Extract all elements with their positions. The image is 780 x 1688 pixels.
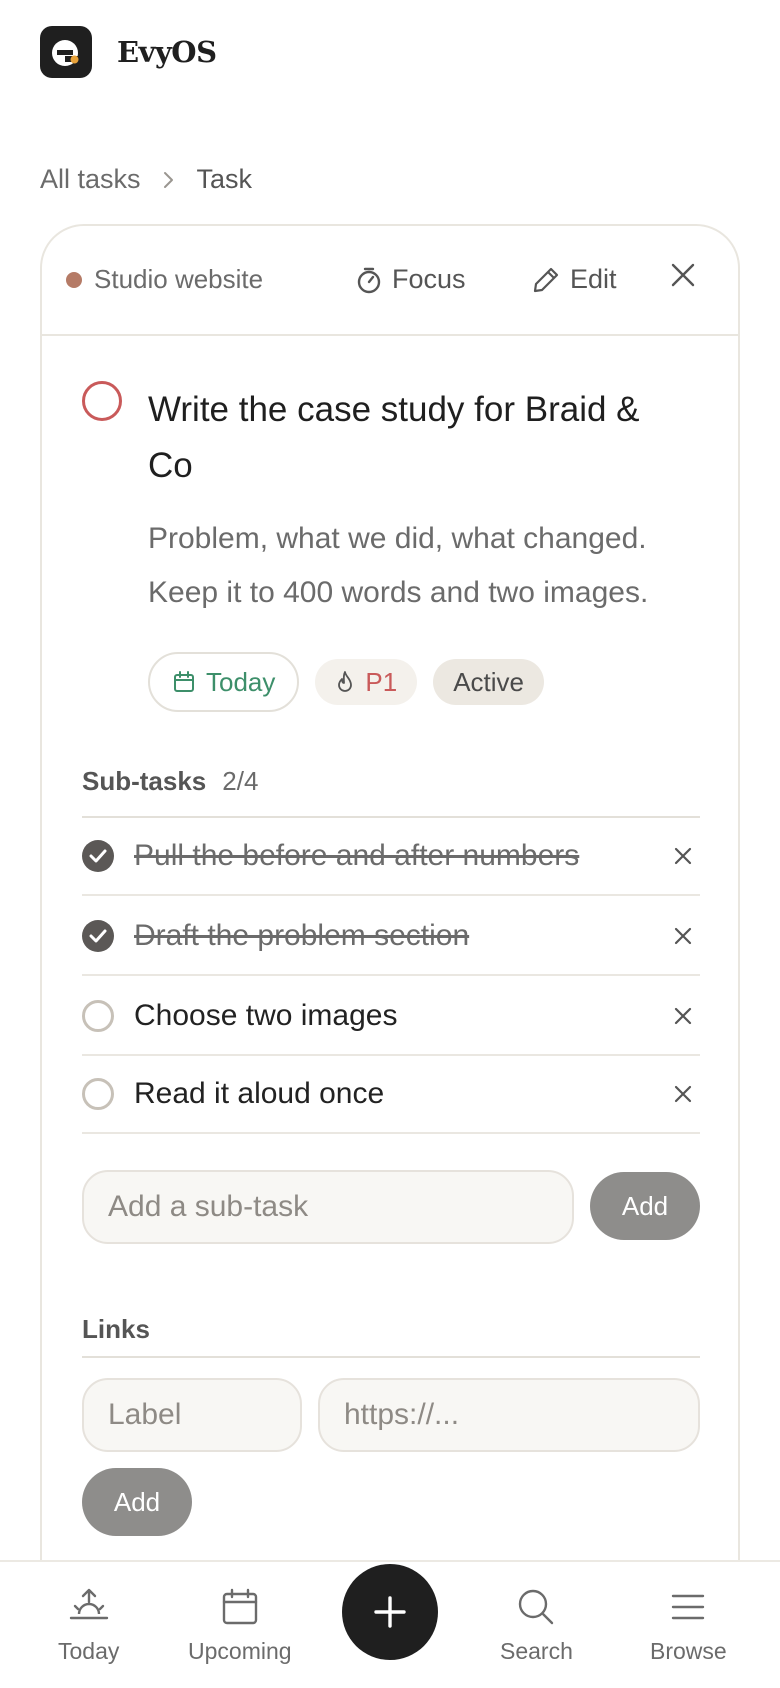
project-tag[interactable]: Studio website [66,264,263,295]
breadcrumb: All tasks Task [40,164,252,195]
chevron-right-icon [163,171,175,189]
subtask-text[interactable]: Read it aloud once [134,1077,668,1111]
menu-icon [672,1594,705,1620]
edit-button[interactable]: Edit [532,264,617,295]
nav-browse[interactable]: Browse [650,1588,727,1665]
task-card: Studio website Focus Edit Write the case… [40,224,740,1688]
check-icon [89,849,107,863]
nav-upcoming-label: Upcoming [188,1638,292,1664]
link-label-input[interactable] [82,1378,302,1452]
check-icon [89,929,107,943]
subtask-row: Pull the before and after numbers [82,818,700,896]
remove-subtask-icon[interactable] [668,1001,698,1031]
task-description: Problem, what we did, what changed. Keep… [148,522,649,609]
subtask-checkbox[interactable] [82,1000,114,1032]
nav-search[interactable]: Search [500,1588,573,1665]
plus-icon [374,1596,406,1628]
add-link-button[interactable]: Add [82,1468,192,1536]
edit-label: Edit [570,264,617,294]
subtask-checkbox[interactable] [82,1078,114,1110]
link-url-input[interactable] [318,1378,700,1452]
timer-icon [357,267,381,293]
focus-label: Focus [392,264,466,294]
task-title: Write the case study for Braid & Co [148,390,640,485]
subtask-text[interactable]: Draft the problem section [134,919,668,953]
subtask-row: Draft the problem section [82,898,700,976]
app-header: EvyOS [40,26,217,78]
logo-mark-icon [52,40,79,66]
subtask-row: Choose two images [82,978,700,1056]
priority-label: P1 [365,666,398,697]
links-heading: Links [82,1314,150,1344]
add-subtask-button[interactable]: Add [590,1172,700,1240]
task-complete-checkbox[interactable] [82,381,122,421]
divider [82,1356,700,1358]
nav-upcoming[interactable]: Upcoming [188,1588,292,1665]
task-card-toolbar: Studio website Focus Edit [42,226,738,336]
subtasks-heading: Sub-tasks 2/4 [82,766,258,797]
close-icon[interactable] [670,262,696,293]
status-badge[interactable]: Active [433,659,545,705]
remove-subtask-icon[interactable] [668,921,698,951]
nav-search-label: Search [500,1638,573,1664]
nav-today-label: Today [58,1638,120,1664]
app-name: EvyOS [117,35,217,69]
subtasks-count: 2/4 [222,766,259,796]
subtask-row: Read it aloud once [82,1056,700,1134]
nav-today[interactable]: Today [58,1588,119,1665]
subtask-text[interactable]: Choose two images [134,999,668,1033]
add-task-button[interactable] [342,1564,438,1660]
status-label: Active [453,666,525,697]
nav-browse-label: Browse [650,1638,727,1664]
subtask-text[interactable]: Pull the before and after numbers [134,839,668,873]
search-icon [519,1589,554,1625]
calendar-icon [222,1588,257,1625]
breadcrumb-all-tasks[interactable]: All tasks [40,164,141,195]
due-date-label: Today [206,666,276,697]
focus-button[interactable]: Focus [356,264,466,295]
subtask-checkbox[interactable] [82,920,114,952]
project-color-dot [66,271,82,288]
project-name: Studio website [94,264,264,294]
subtask-checkbox[interactable] [82,840,114,872]
sunrise-icon [69,1588,108,1620]
due-date-chip[interactable]: Today [148,652,300,712]
priority-chip[interactable]: P1 [315,659,418,705]
app-logo[interactable] [40,26,92,78]
task-chips: Today P1 Active [148,652,560,712]
bottom-nav: Today Upcoming Search Browse [0,1560,780,1688]
calendar-icon [174,671,194,692]
pencil-icon [533,267,559,292]
remove-subtask-icon[interactable] [668,841,698,871]
subtasks-label: Sub-tasks [82,766,207,796]
flame-icon [338,671,353,692]
breadcrumb-current: Task [196,164,253,194]
add-subtask-input[interactable] [82,1170,574,1244]
remove-subtask-icon[interactable] [668,1079,698,1109]
